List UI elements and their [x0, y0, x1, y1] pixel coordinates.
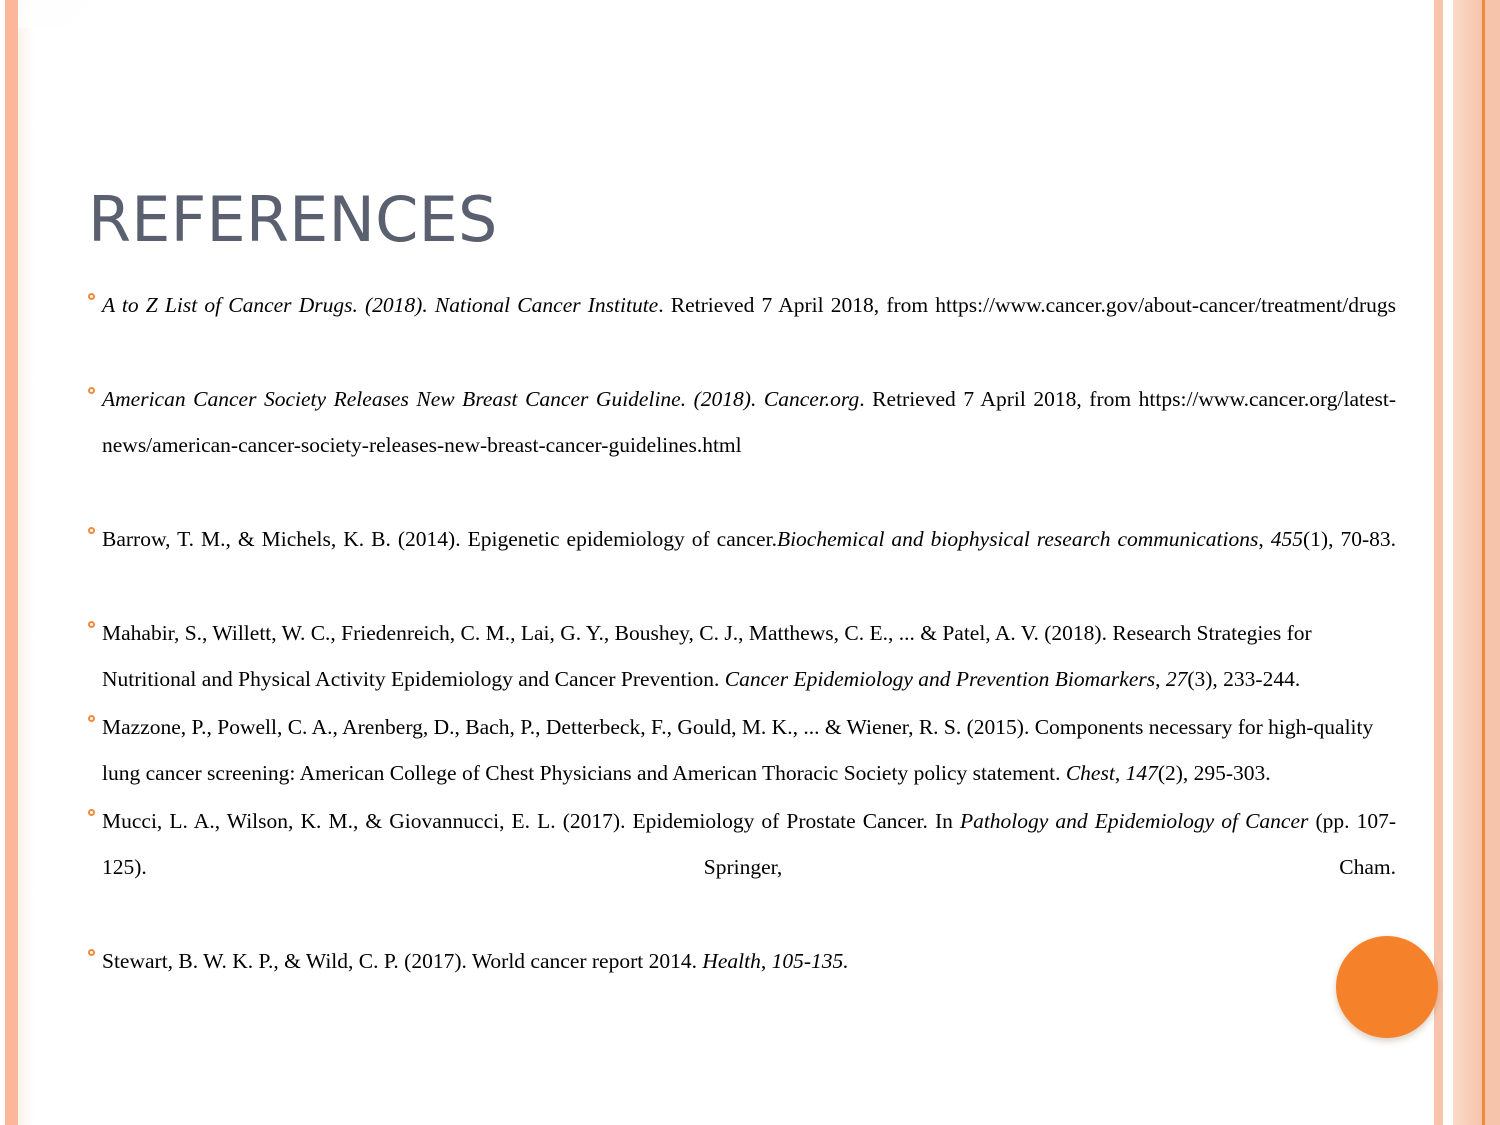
left-gradient-fade	[18, 0, 34, 1125]
list-item: Mazzone, P., Powell, C. A., Arenberg, D.…	[88, 704, 1396, 796]
reference-title-italic: Pathology and Epidemiology of Cancer	[959, 809, 1309, 833]
reference-text-segment: (1), 70-83.	[1303, 527, 1397, 551]
reference-title-italic: Health, 105-135.	[702, 949, 849, 973]
reference-text: Mahabir, S., Willett, W. C., Friedenreic…	[102, 610, 1396, 702]
reference-title-italic: 455	[1270, 527, 1304, 551]
reference-text: A to Z List of Cancer Drugs. (2018). Nat…	[102, 282, 1396, 374]
reference-text-segment: (3), 233-244.	[1187, 667, 1301, 691]
right-accent-band-outer	[1434, 0, 1443, 1125]
reference-title-italic: 27	[1165, 667, 1188, 691]
reference-title-italic: Chest	[1065, 761, 1115, 785]
reference-text-segment: Barrow, T. M., & Michels, K. B. (2014). …	[102, 527, 777, 551]
top-left-corner-wash	[18, 0, 138, 28]
reference-text: American Cancer Society Releases New Bre…	[102, 376, 1396, 514]
reference-text-segment: . Retrieved 7 April 2018, from https://w…	[658, 293, 1396, 317]
right-accent-hairline	[1482, 0, 1485, 1125]
orange-ring-bullet-icon	[88, 621, 95, 628]
left-accent-bar	[5, 0, 18, 1125]
orange-ring-bullet-icon	[88, 527, 95, 534]
reference-text-segment: ,	[1258, 527, 1271, 551]
reference-text: Mucci, L. A., Wilson, K. M., & Giovannuc…	[102, 798, 1396, 936]
reference-text: Mazzone, P., Powell, C. A., Arenberg, D.…	[102, 704, 1396, 796]
list-item: American Cancer Society Releases New Bre…	[88, 376, 1396, 514]
list-item: Barrow, T. M., & Michels, K. B. (2014). …	[88, 516, 1396, 608]
reference-title-italic: A to Z List of Cancer Drugs. (2018). Nat…	[102, 293, 659, 317]
orange-ring-bullet-icon	[88, 809, 95, 816]
reference-text: Barrow, T. M., & Michels, K. B. (2014). …	[102, 516, 1396, 608]
list-item: A to Z List of Cancer Drugs. (2018). Nat…	[88, 282, 1396, 374]
orange-ring-bullet-icon	[88, 293, 95, 300]
reference-list: A to Z List of Cancer Drugs. (2018). Nat…	[88, 282, 1396, 986]
reference-text: Stewart, B. W. K. P., & Wild, C. P. (201…	[102, 938, 1396, 984]
reference-title-italic: Biochemical and biophysical research com…	[776, 527, 1259, 551]
reference-text-segment: ,	[1155, 667, 1166, 691]
list-item: Mahabir, S., Willett, W. C., Friedenreic…	[88, 610, 1396, 702]
orange-ring-bullet-icon	[88, 387, 95, 394]
orange-ring-bullet-icon	[88, 715, 95, 722]
reference-title-italic: 147	[1125, 761, 1158, 785]
reference-text-segment: Mucci, L. A., Wilson, K. M., & Giovannuc…	[102, 809, 960, 833]
reference-text-segment: (2), 295-303.	[1157, 761, 1271, 785]
reference-text-segment: Stewart, B. W. K. P., & Wild, C. P. (201…	[102, 949, 703, 973]
slide-canvas: REFERENCES A to Z List of Cancer Drugs. …	[0, 0, 1500, 1125]
list-item: Mucci, L. A., Wilson, K. M., & Giovannuc…	[88, 798, 1396, 936]
reference-text-segment: ,	[1114, 761, 1126, 785]
list-item: Stewart, B. W. K. P., & Wild, C. P. (201…	[88, 938, 1396, 984]
orange-ring-bullet-icon	[88, 949, 95, 956]
reference-title-italic: Cancer Epidemiology and Prevention Bioma…	[724, 667, 1156, 691]
page-title: REFERENCES	[88, 182, 498, 256]
reference-title-italic: American Cancer Society Releases New Bre…	[102, 387, 860, 411]
right-accent-gap	[1443, 0, 1453, 1125]
right-accent-gradient	[1453, 0, 1483, 1125]
accent-circle-decoration	[1336, 936, 1438, 1038]
